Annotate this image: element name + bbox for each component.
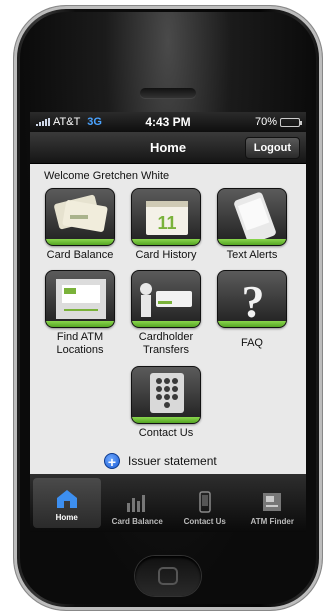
tab-card-balance[interactable]: Card Balance [104, 474, 172, 532]
issuer-statement-label[interactable]: Issuer statement [128, 454, 217, 468]
battery-icon [280, 117, 302, 127]
tab-bar: Home Card Balance Contact Us ATM Finder [30, 474, 306, 532]
transfer-icon [140, 283, 192, 317]
text-alerts-label: Text Alerts [226, 249, 278, 261]
text-alerts-button[interactable] [217, 188, 287, 246]
svg-text:?: ? [242, 276, 265, 323]
tab-home[interactable]: Home [33, 478, 101, 528]
carrier-info: AT&T 3G [36, 116, 102, 128]
status-bar: AT&T 3G 4:43 PM 70% [30, 112, 306, 132]
home-button[interactable] [135, 556, 201, 596]
text-alerts-tile[interactable]: Text Alerts [212, 188, 292, 262]
calendar-icon: 11 [146, 201, 188, 235]
card-history-label: Card History [135, 249, 197, 261]
card-history-button[interactable]: 11 [131, 188, 201, 246]
logout-button[interactable]: Logout [244, 137, 300, 159]
keypad-icon [150, 373, 184, 413]
bar-chart-icon [127, 495, 146, 512]
card-balance-tile[interactable]: Card Balance [40, 188, 120, 262]
faq-tile[interactable]: ? FAQ [212, 270, 292, 350]
tab-home-label: Home [55, 513, 78, 522]
home-icon [56, 490, 77, 508]
home-button-square-icon [158, 567, 178, 585]
cardholder-transfers-label: Cardholder Transfers [138, 331, 194, 356]
speaker-grille [140, 88, 196, 98]
tab-atm-finder[interactable]: ATM Finder [239, 474, 307, 532]
svg-text:11: 11 [157, 213, 176, 233]
contact-us-button[interactable] [131, 366, 201, 424]
question-icon: ? [242, 276, 265, 323]
faq-label: FAQ [240, 337, 263, 349]
card-balance-label: Card Balance [46, 249, 114, 261]
faq-button[interactable]: ? [217, 270, 287, 328]
page-title: Home [149, 140, 187, 155]
contact-us-label: Contact Us [138, 427, 194, 439]
tab-atm-finder-label: ATM Finder [250, 517, 294, 526]
contact-us-tile[interactable]: Contact Us [126, 366, 206, 440]
phone-alert-icon [234, 192, 276, 241]
welcome-message: Welcome Gretchen White [44, 170, 170, 182]
battery-status: 70% [254, 116, 302, 128]
plus-icon[interactable]: + [104, 453, 120, 470]
atm-icon [56, 279, 106, 319]
cards-icon [54, 194, 108, 232]
network-type: 3G [87, 116, 102, 128]
cardholder-transfers-tile[interactable]: Cardholder Transfers [126, 270, 206, 357]
find-atm-tile[interactable]: Find ATM Locations [40, 270, 120, 357]
tab-contact-us-label: Contact Us [183, 517, 226, 526]
issuer-statement-row[interactable]: + Issuer statement [104, 453, 217, 470]
atm-machine-icon [263, 493, 282, 511]
card-balance-button[interactable] [45, 188, 115, 246]
app-screen: AT&T 3G 4:43 PM 70% Home Logout Welcome … [30, 112, 306, 532]
battery-percent: 70% [254, 116, 277, 128]
find-atm-label: Find ATM Locations [56, 331, 104, 356]
cardholder-transfers-button[interactable] [131, 270, 201, 328]
home-content: Welcome Gretchen White Card Balance 11 C… [30, 164, 306, 474]
carrier-name: AT&T [53, 116, 81, 128]
find-atm-button[interactable] [45, 270, 115, 328]
navigation-bar: Home Logout [30, 132, 306, 164]
phone-icon [199, 491, 211, 513]
signal-icon [36, 118, 50, 126]
tab-card-balance-label: Card Balance [111, 517, 163, 526]
tab-contact-us[interactable]: Contact Us [171, 474, 239, 532]
card-history-tile[interactable]: 11 Card History [126, 188, 206, 262]
